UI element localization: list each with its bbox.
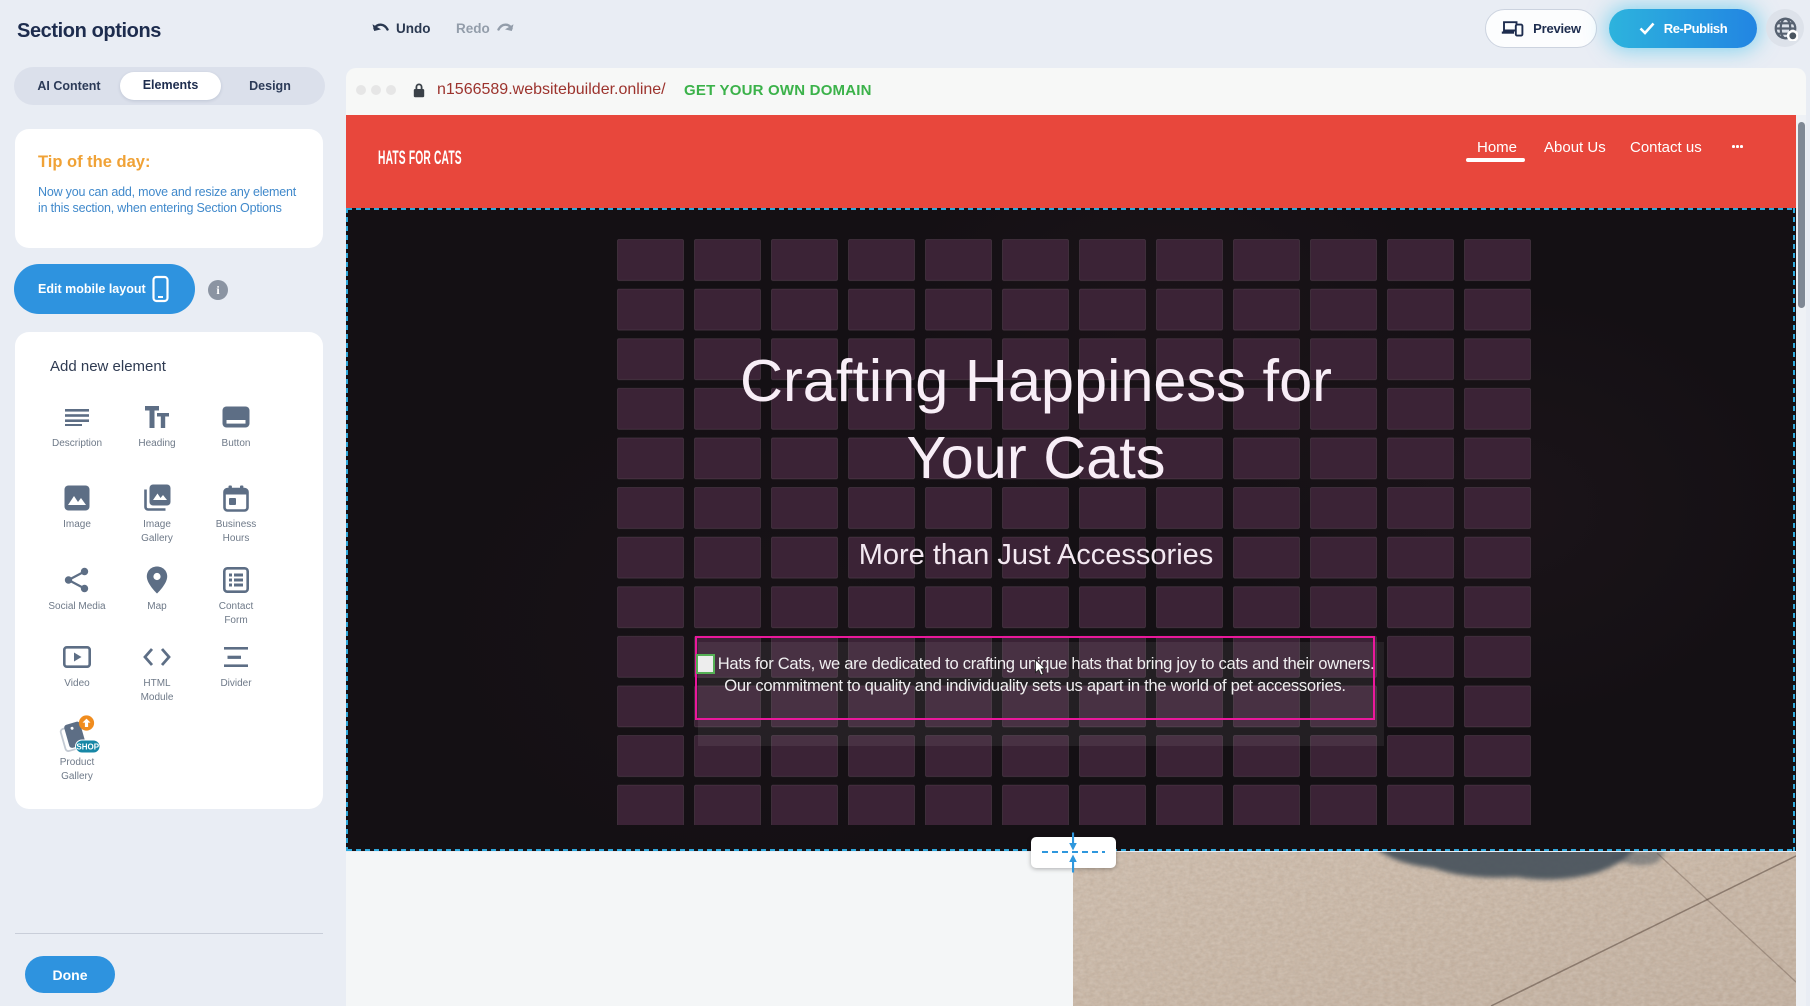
svg-text:SHOP: SHOP [76,743,99,752]
